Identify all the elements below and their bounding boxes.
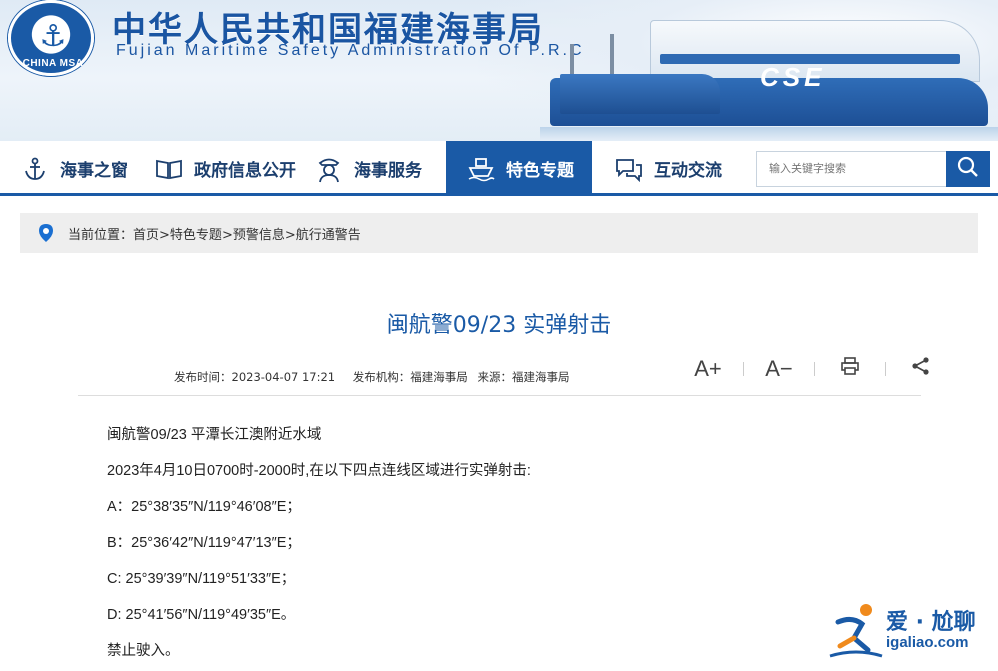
logo-text: CHINA MSA [22,58,84,69]
ship-icon [466,154,496,184]
ship-name-label: CSE [760,62,826,92]
paragraph: A：25°38′35″N/119°46′08″E； [107,499,301,515]
nav-item-gov-info[interactable]: 政府信息公开 [154,141,296,196]
nav-label: 海事服务 [354,161,422,181]
tanker-ship [560,74,720,114]
share-icon [912,357,929,375]
book-icon [154,154,184,184]
chat-icon [614,154,644,184]
breadcrumb-warnings[interactable]: >预警信息 [222,224,285,243]
search-icon [957,156,979,182]
paragraph: 2023年4月10日0700时-2000时,在以下四点连线区域进行实弹射击: [107,463,531,479]
article-tools: A+ A− [690,354,939,384]
breadcrumb-prefix: 当前位置： [68,227,134,243]
location-pin-icon [38,223,54,243]
nav-label: 海事之窗 [60,161,128,181]
logo-anchor-icon: ⚓ [39,19,67,54]
divider [885,362,886,376]
crane-mast [610,34,614,78]
paragraph: 禁止驶入。 [107,643,180,659]
article-title: 闽航警09/23 实弹射击 [386,313,612,338]
nav-item-special-topics[interactable]: 特色专题 [446,141,592,196]
font-decrease-button[interactable]: A− [761,356,797,382]
nav-item-maritime-service[interactable]: 海事服务 [314,141,422,196]
nav-label: 政府信息公开 [194,161,296,181]
officer-icon [314,154,344,184]
nav-item-interaction[interactable]: 互动交流 [614,141,722,196]
print-button[interactable] [832,356,868,382]
share-button[interactable] [903,356,939,382]
watermark-runner-icon [829,604,883,658]
breadcrumb: 当前位置： 首页 >特色专题 >预警信息 >航行通警告 [20,213,978,253]
breadcrumb-special-topics[interactable]: >特色专题 [159,224,222,243]
paragraph: B：25°36′42″N/119°47′13″E； [107,535,301,551]
paragraph: C: 25°39′39″N/119°51′33″E； [107,571,296,587]
search-button[interactable] [946,151,990,187]
paragraph: D: 25°41′56″N/119°49′35″E。 [107,607,296,623]
paragraph: 闽航警09/23 平潭长江澳附近水域 [107,427,322,443]
china-msa-logo[interactable]: ⚓ CHINA MSA [8,0,94,76]
search-input[interactable] [756,151,946,187]
divider [814,362,815,376]
divider [78,395,921,396]
watermark-title: 爱 · 尬聊 [886,610,976,635]
publish-time: 发布时间：2023-04-07 17:21 [174,370,336,384]
article-body: 闽航警09/23 平潭长江澳附近水域 2023年4月10日0700时-2000时… [107,417,907,669]
watermark-url: igaliao.com [886,634,969,651]
nav-label: 互动交流 [654,161,722,181]
nav-item-maritime-window[interactable]: 海事之窗 [20,141,128,196]
divider [743,362,744,376]
source: 来源：福建海事局 [477,370,570,384]
crane-mast [570,44,574,78]
printer-icon [841,357,859,375]
breadcrumb-home[interactable]: 首页 [133,224,159,243]
banner-ship-image: CSE [540,0,998,141]
publisher: 发布机构：福建海事局 [352,370,468,384]
water [540,127,998,141]
breadcrumb-nav-warnings[interactable]: >航行通警告 [285,224,361,243]
font-increase-button[interactable]: A+ [690,356,726,382]
site-banner: ⚓ CHINA MSA 中华人民共和国福建海事局 Fujian Maritime… [0,0,998,141]
anchor-icon [20,154,50,184]
site-subtitle: Fujian Maritime Safety Administration Of… [116,42,585,59]
article-meta: 发布时间：2023-04-07 17:21 发布机构：福建海事局 来源：福建海事… [174,369,569,385]
nav-label: 特色专题 [506,161,574,181]
watermark: 爱 · 尬聊 igaliao.com [828,598,998,664]
